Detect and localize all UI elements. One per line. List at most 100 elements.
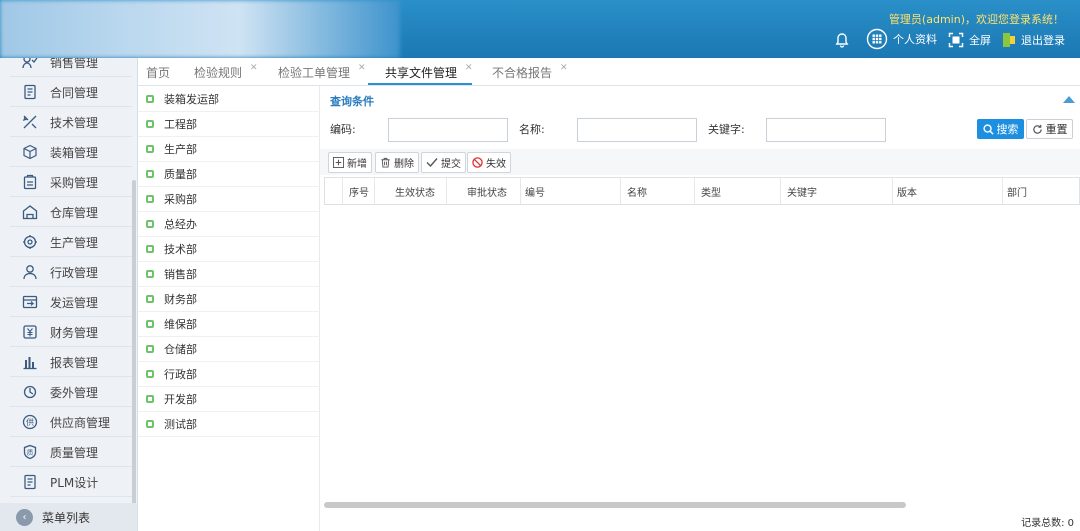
sidebar-scrollbar[interactable] bbox=[132, 180, 136, 520]
sidebar-item-label: 采购管理 bbox=[50, 175, 99, 190]
search-button[interactable]: 搜索 bbox=[977, 119, 1024, 139]
sidebar-item-production[interactable]: 生产管理 bbox=[10, 228, 132, 257]
sidebar-item-contract[interactable]: 合同管理 bbox=[10, 78, 132, 107]
tree-item-label: 开发部 bbox=[164, 393, 197, 406]
invalidate-button[interactable]: 失效 bbox=[467, 152, 511, 173]
horizontal-scrollbar[interactable] bbox=[324, 502, 906, 508]
sidebar-item-label: 财务管理 bbox=[50, 325, 99, 340]
tree-item[interactable]: 测试部 bbox=[138, 412, 320, 437]
tree-node-icon bbox=[146, 245, 154, 253]
profile-grid-icon bbox=[866, 28, 888, 50]
tab-inspection-orders[interactable]: 检验工单管理 ✕ bbox=[278, 58, 366, 86]
logout-button[interactable]: 退出登录 bbox=[1002, 31, 1065, 49]
code-input[interactable] bbox=[388, 118, 508, 142]
logout-label: 退出登录 bbox=[1021, 34, 1065, 47]
notification-button[interactable] bbox=[834, 31, 855, 49]
sidebar-item-sales[interactable]: 销售管理 bbox=[10, 58, 132, 77]
tree-item[interactable]: 财务部 bbox=[138, 287, 320, 312]
sidebar-item-label: 供应商管理 bbox=[50, 415, 111, 430]
bell-icon bbox=[835, 33, 849, 48]
grid-column-header[interactable]: 生效状态 bbox=[375, 178, 447, 204]
sidebar-item-report[interactable]: 报表管理 bbox=[10, 348, 132, 377]
grid-column-header[interactable]: 名称 bbox=[621, 178, 695, 204]
sidebar-item-admin[interactable]: 行政管理 bbox=[10, 258, 132, 287]
sidebar-item-label: 销售管理 bbox=[50, 58, 99, 70]
sidebar-item-tech[interactable]: 技术管理 bbox=[10, 108, 132, 137]
tree-node-icon bbox=[146, 345, 154, 353]
reset-button[interactable]: 重置 bbox=[1026, 119, 1073, 139]
profile-label: 个人资料 bbox=[893, 33, 937, 46]
tree-item-label: 装箱发运部 bbox=[164, 93, 219, 106]
tree-item[interactable]: 生产部 bbox=[138, 137, 320, 162]
keyword-input[interactable] bbox=[766, 118, 886, 142]
welcome-text: 管理员(admin)，欢迎您登录系统！ bbox=[888, 13, 1064, 26]
tree-item-label: 行政部 bbox=[164, 368, 197, 381]
sidebar-item-label: 报表管理 bbox=[50, 355, 99, 370]
sidebar-item-finance[interactable]: 财务管理 bbox=[10, 318, 132, 347]
tab-shared-files[interactable]: 共享文件管理 ✕ bbox=[385, 58, 473, 86]
admin-icon bbox=[22, 264, 38, 280]
close-icon[interactable]: ✕ bbox=[250, 63, 258, 73]
tree-item[interactable]: 采购部 bbox=[138, 187, 320, 212]
sidebar-item-box[interactable]: 装箱管理 bbox=[10, 138, 132, 167]
sidebar-item-outsource[interactable]: 委外管理 bbox=[10, 378, 132, 407]
delete-button[interactable]: 删除 bbox=[375, 152, 419, 173]
tree-item[interactable]: 销售部 bbox=[138, 262, 320, 287]
grid-column-header[interactable]: 部门 bbox=[1003, 178, 1079, 204]
tree-node-icon bbox=[146, 320, 154, 328]
tree-item-label: 技术部 bbox=[164, 243, 197, 256]
sidebar-item-warehouse[interactable]: 仓库管理 bbox=[10, 198, 132, 227]
grid-column-header[interactable]: 版本 bbox=[893, 178, 1003, 204]
tree-item[interactable]: 开发部 bbox=[138, 387, 320, 412]
tree-item-label: 生产部 bbox=[164, 143, 197, 156]
supplier-icon: 供 bbox=[22, 414, 38, 430]
tab-bar: 首页 检验规则 ✕ 检验工单管理 ✕ 共享文件管理 ✕ 不合格报告 ✕ bbox=[138, 58, 1080, 86]
add-button[interactable]: 新增 bbox=[328, 152, 372, 173]
tab-inspection-rules[interactable]: 检验规则 ✕ bbox=[194, 58, 258, 86]
tree-node-icon bbox=[146, 120, 154, 128]
grid-column-header[interactable]: 审批状态 bbox=[447, 178, 521, 204]
tree-item[interactable]: 总经办 bbox=[138, 212, 320, 237]
close-icon[interactable]: ✕ bbox=[560, 63, 568, 73]
grid-column-header[interactable]: 类型 bbox=[695, 178, 781, 204]
close-icon[interactable]: ✕ bbox=[358, 63, 366, 73]
sidebar-item-purchase[interactable]: 采购管理 bbox=[10, 168, 132, 197]
tree-item[interactable]: 技术部 bbox=[138, 237, 320, 262]
tree-item[interactable]: 仓储部 bbox=[138, 337, 320, 362]
name-input[interactable] bbox=[577, 118, 697, 142]
tree-item[interactable]: 质量部 bbox=[138, 162, 320, 187]
sidebar-item-supplier[interactable]: 供 供应商管理 bbox=[10, 408, 132, 437]
tree-item[interactable]: 维保部 bbox=[138, 312, 320, 337]
fullscreen-icon bbox=[948, 32, 964, 48]
active-tab-indicator bbox=[368, 83, 472, 85]
quality-icon: 质 bbox=[22, 444, 38, 460]
collapse-up-icon[interactable] bbox=[1063, 96, 1075, 103]
sidebar-item-plm[interactable]: PLM设计 bbox=[10, 468, 132, 497]
tree-item[interactable]: 行政部 bbox=[138, 362, 320, 387]
purchase-icon bbox=[22, 174, 38, 190]
main-panel: 查询条件 编码: 名称: 关键字: 搜索 重置 新增 删除 提交 失效 序号 生… bbox=[320, 86, 1080, 531]
grid-column-header[interactable]: 编号 bbox=[521, 178, 621, 204]
submit-button[interactable]: 提交 bbox=[421, 152, 466, 173]
sidebar-item-quality[interactable]: 质 质量管理 bbox=[10, 438, 132, 467]
close-icon[interactable]: ✕ bbox=[465, 63, 473, 73]
finance-icon bbox=[22, 324, 38, 340]
profile-button[interactable]: 个人资料 bbox=[866, 28, 937, 50]
tab-home[interactable]: 首页 bbox=[146, 58, 170, 86]
sales-icon bbox=[22, 58, 38, 70]
svg-text:供: 供 bbox=[26, 417, 34, 427]
logout-icon bbox=[1003, 33, 1015, 47]
plus-square-icon bbox=[333, 157, 344, 168]
tab-label: 共享文件管理 bbox=[385, 65, 458, 80]
tree-item-label: 采购部 bbox=[164, 193, 197, 206]
logo-banner bbox=[0, 0, 400, 58]
menu-list-toggle[interactable]: ‹ 菜单列表 bbox=[0, 503, 137, 531]
tree-item[interactable]: 工程部 bbox=[138, 112, 320, 137]
sidebar-item-shipping[interactable]: 发运管理 bbox=[10, 288, 132, 317]
sidebar-item-label: 合同管理 bbox=[50, 85, 99, 100]
tab-nonconformance-report[interactable]: 不合格报告 ✕ bbox=[492, 58, 568, 86]
tree-item[interactable]: 装箱发运部 bbox=[138, 87, 320, 112]
grid-column-header[interactable]: 序号 bbox=[343, 178, 375, 204]
fullscreen-button[interactable]: 全屏 bbox=[948, 31, 991, 49]
grid-column-header[interactable]: 关键字 bbox=[781, 178, 893, 204]
